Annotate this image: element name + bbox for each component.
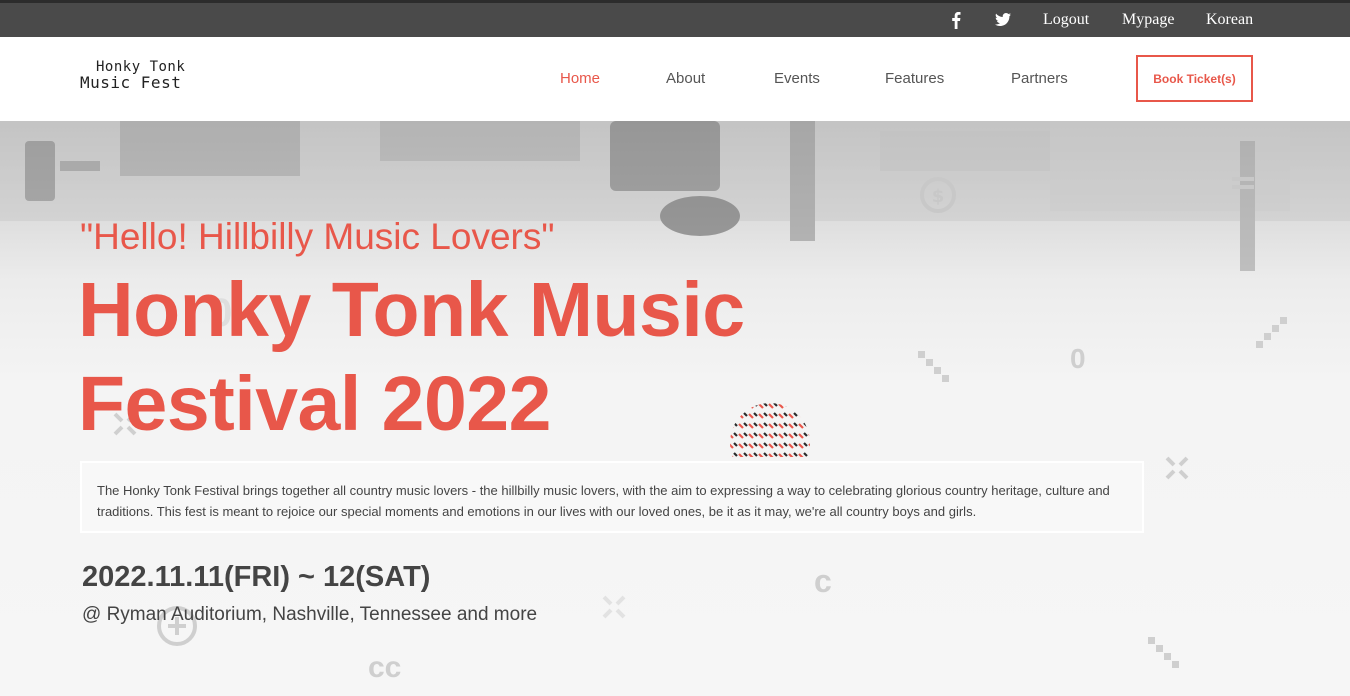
c-glyph-icon: c xyxy=(814,563,832,599)
pixel-steps-icon xyxy=(1256,317,1287,348)
event-venue: @ Ryman Auditorium, Nashville, Tennessee… xyxy=(82,604,538,625)
hero-section: $ 0 0 c cc "Hello! Hillbilly Music Lover… xyxy=(0,121,1350,696)
hero-description: The Honky Tonk Festival brings together … xyxy=(80,461,1144,533)
facebook-icon[interactable] xyxy=(951,3,961,37)
nav-about[interactable]: About xyxy=(666,70,705,87)
svg-text:$: $ xyxy=(932,186,945,207)
logo-line-2: Music Fest xyxy=(80,73,182,92)
cc-glyph-icon: cc xyxy=(368,651,402,684)
nav-home[interactable]: Home xyxy=(560,70,600,87)
mypage-link[interactable]: Mypage xyxy=(1122,3,1174,37)
hero-tagline: "Hello! Hillbilly Music Lovers" xyxy=(80,216,555,257)
language-link[interactable]: Korean xyxy=(1206,3,1253,37)
logout-link[interactable]: Logout xyxy=(1043,3,1089,37)
nav-partners[interactable]: Partners xyxy=(1011,70,1068,87)
nav-features[interactable]: Features xyxy=(885,70,944,87)
top-utility-bar: Logout Mypage Korean xyxy=(0,0,1350,37)
dollar-circle-icon: $ xyxy=(920,177,956,213)
nav-events[interactable]: Events xyxy=(774,70,820,87)
book-tickets-button[interactable]: Book Ticket(s) xyxy=(1136,55,1253,102)
cross-icon xyxy=(1165,456,1189,480)
hero-title: Honky Tonk Music Festival 2022 xyxy=(78,267,745,447)
main-nav: Honky Tonk Music Fest Home About Events … xyxy=(0,37,1350,121)
twitter-icon[interactable] xyxy=(994,3,1012,37)
site-logo[interactable]: Honky Tonk Music Fest xyxy=(80,59,185,91)
zero-glyph-icon: 0 xyxy=(1070,343,1086,374)
equals-icon xyxy=(1232,177,1254,189)
pixel-steps-icon xyxy=(918,351,949,382)
event-date: 2022.11.11(FRI) ~ 12(SAT) xyxy=(82,561,431,593)
pixel-steps-icon xyxy=(1148,637,1179,668)
cross-icon xyxy=(602,595,626,619)
